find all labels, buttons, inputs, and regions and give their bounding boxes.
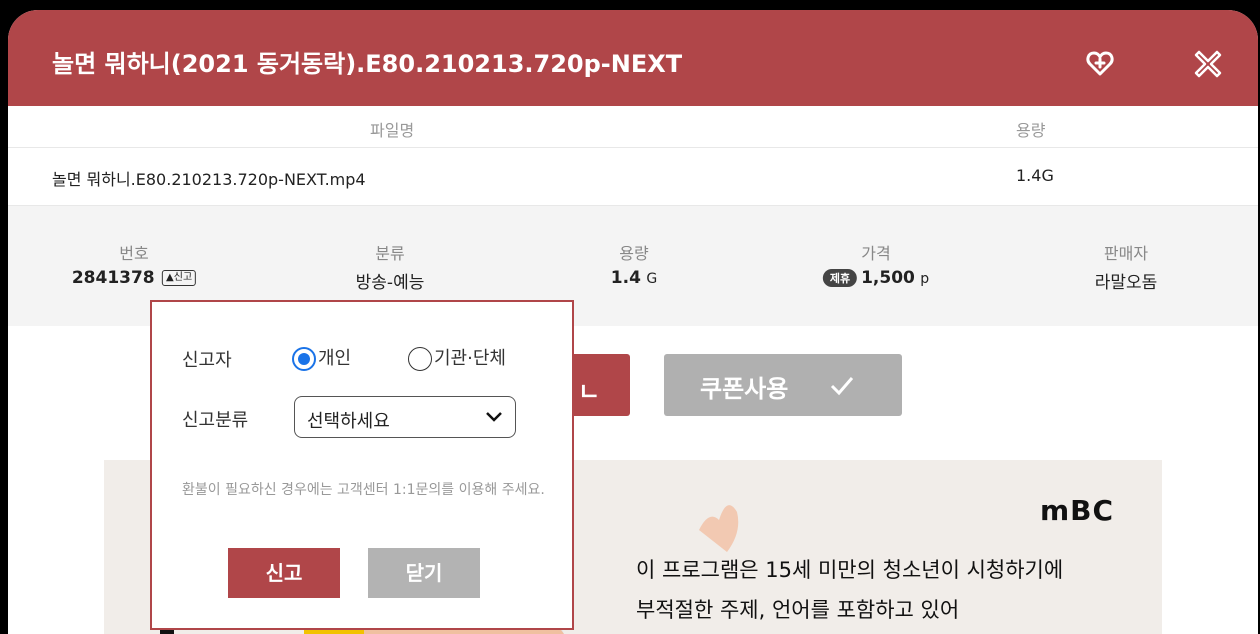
file-row: 놀면 뭐하니.E80.210213.720p-NEXT.mp4 1.4G — [8, 148, 1258, 206]
content-title: 놀면 뭐하니(2021 동거동락).E80.210213.720p-NEXT — [52, 50, 683, 78]
reporter-organization-radio[interactable]: 기관·단체 — [408, 344, 506, 371]
info-number: 번호 2841378 ▲신고 — [71, 240, 197, 288]
file-size-column-header: 용량 — [1016, 121, 1046, 140]
modal-header: 놀면 뭐하니(2021 동거동락).E80.210213.720p-NEXT — [8, 10, 1258, 106]
mbc-logo: mBC — [1040, 494, 1115, 527]
file-table-header: 파일명 용량 — [8, 106, 1258, 148]
reporter-label: 신고자 — [182, 350, 232, 371]
report-category-label: 신고분류 — [182, 410, 249, 431]
report-tag-label: 신고 — [173, 272, 193, 283]
seller-label: 판매자 — [1103, 244, 1149, 263]
refund-notice: 환불이 필요하신 경우에는 고객센터 1:1문의를 이용해 주세요. — [182, 482, 545, 498]
check-icon — [830, 377, 854, 396]
content-number: 2841378 — [71, 268, 155, 288]
heart-plus-icon[interactable] — [1086, 50, 1114, 78]
chevron-down-icon — [486, 412, 502, 422]
rating-notice-line-1: 이 프로그램은 15세 미만의 청소년이 시청하기에 — [636, 558, 1064, 582]
info-seller: 판매자 라말오돔 — [1095, 240, 1158, 293]
price-value: 1,500 — [861, 268, 915, 288]
info-price: 가격 제휴 1,500 p — [822, 240, 930, 288]
size-unit: G — [646, 271, 658, 287]
close-popup-button[interactable]: 닫기 — [368, 548, 480, 598]
rating-notice-line-2: 부적절한 주제, 언어를 포함하고 있어 — [636, 598, 960, 622]
coupon-button-label: 쿠폰사용 — [700, 375, 789, 403]
report-tag-button[interactable]: ▲신고 — [162, 270, 197, 286]
price-unit: p — [920, 271, 930, 287]
radio-organization-label: 기관·단체 — [434, 348, 506, 369]
radio-selected-icon — [292, 347, 316, 371]
price-label: 가격 — [861, 244, 891, 263]
siren-icon: ▲ — [166, 272, 174, 283]
report-popup: 신고자 개인 기관·단체 신고분류 선택하세요 환불이 필요하신 경우에는 고객… — [150, 300, 574, 630]
info-category: 분류 방송-예능 — [356, 240, 425, 293]
size-label: 용량 — [619, 244, 649, 263]
select-value: 선택하세요 — [307, 411, 390, 432]
file-name: 놀면 뭐하니.E80.210213.720p-NEXT.mp4 — [52, 170, 366, 189]
radio-unselected-icon — [408, 347, 432, 371]
radio-individual-label: 개인 — [318, 348, 352, 369]
category-label: 분류 — [375, 244, 405, 263]
reporter-individual-radio[interactable]: 개인 — [292, 344, 351, 371]
close-icon[interactable] — [1194, 50, 1222, 78]
category-value: 방송-예능 — [355, 273, 425, 293]
file-size: 1.4G — [1016, 166, 1054, 185]
size-value: 1.4 — [610, 268, 641, 288]
number-label: 번호 — [119, 244, 149, 263]
report-category-select[interactable]: 선택하세요 — [294, 396, 516, 438]
submit-report-button[interactable]: 신고 — [228, 548, 340, 598]
seller-name: 라말오돔 — [1094, 273, 1158, 293]
coupon-button[interactable]: 쿠폰사용 — [664, 354, 902, 416]
download-button-label: ㄴ — [578, 378, 601, 406]
partnership-badge: 제휴 — [822, 269, 858, 287]
info-size: 용량 1.4 G — [611, 240, 657, 288]
file-name-column-header: 파일명 — [370, 121, 415, 140]
